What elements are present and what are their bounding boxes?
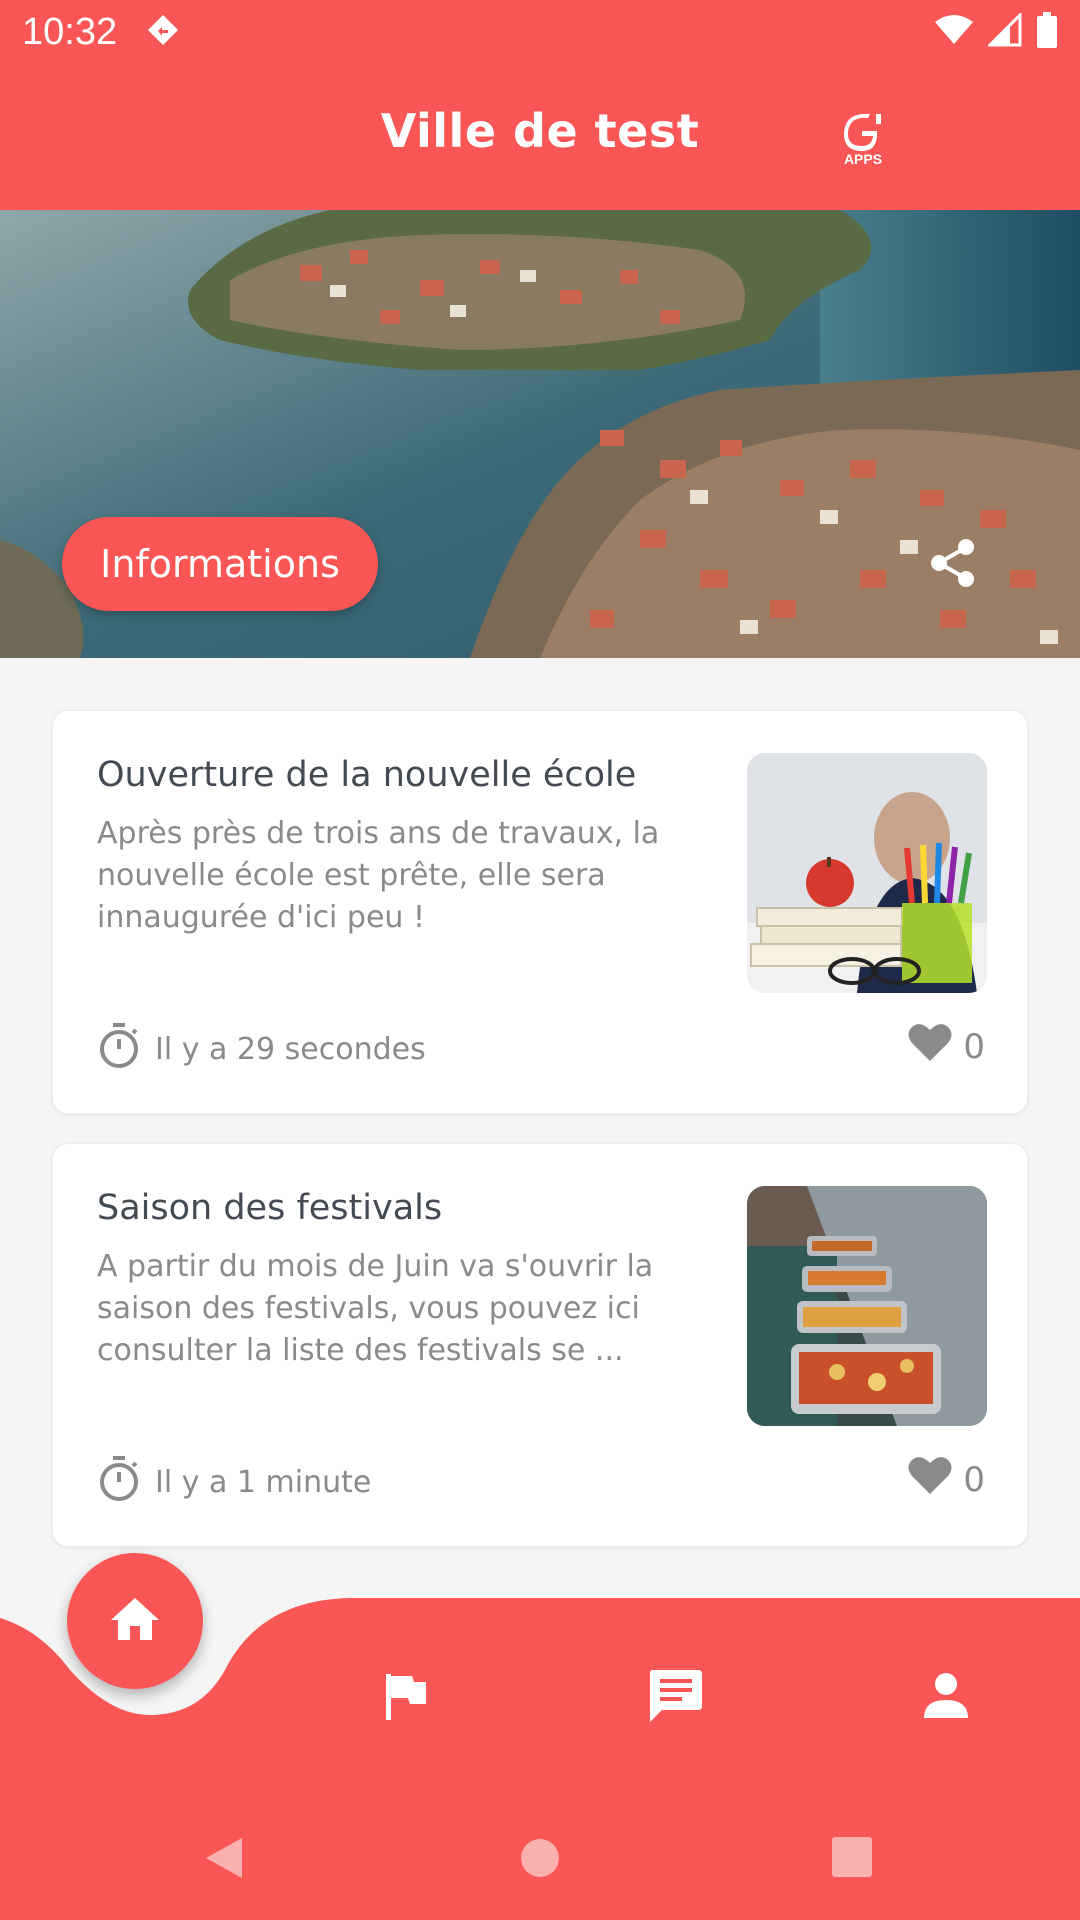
notification-app-icon [145,12,181,52]
recents-button[interactable] [831,1836,873,1882]
article-thumbnail [747,1186,987,1426]
article-timestamp: Il y a 1 minute [97,1454,371,1510]
status-time: 10:32 [22,10,118,53]
battery-icon [1036,12,1058,52]
signal-icon [986,11,1022,51]
article-time-text: Il y a 1 minute [155,1464,372,1500]
nav-flag-button[interactable] [378,1668,434,1724]
article-description: Après près de trois ans de travaux, la n… [97,816,660,935]
back-button[interactable] [204,1836,244,1884]
chat-icon [646,1670,704,1728]
article-title: Saison des festivals [97,1188,443,1228]
like-count: 0 [963,1459,985,1500]
app-bar: Ville de test APPS [0,64,1080,210]
like-button[interactable]: 0 [907,1454,985,1505]
timer-icon [97,1454,141,1510]
article-timestamp: Il y a 29 secondes [97,1021,426,1077]
system-navigation-bar [0,1810,1080,1920]
home-system-button[interactable] [518,1836,562,1884]
article-time-text: Il y a 29 secondes [155,1031,426,1067]
home-icon [109,1596,161,1646]
heart-icon [907,1021,953,1072]
heart-icon [907,1454,953,1505]
wifi-icon [934,14,974,50]
status-bar: 10:32 [0,0,1080,64]
person-icon [918,1673,974,1728]
flag-icon [378,1674,434,1728]
article-thumbnail [747,753,987,993]
article-description: A partir du mois de Juin va s'ouvrir la … [97,1249,654,1368]
article-title: Ouverture de la nouvelle école [97,755,637,795]
g-apps-logo[interactable]: APPS [836,112,890,167]
logo-text: APPS [844,151,882,166]
informations-button[interactable]: Informations [62,517,378,611]
article-card[interactable]: Ouverture de la nouvelle école Après prè… [52,710,1028,1114]
like-count: 0 [963,1026,985,1067]
nav-profile-button[interactable] [918,1668,974,1724]
like-button[interactable]: 0 [907,1021,985,1072]
share-icon[interactable] [925,535,981,591]
page-title: Ville de test [380,104,700,158]
nav-home-button[interactable] [67,1553,203,1689]
nav-chat-button[interactable] [646,1666,702,1722]
article-card[interactable]: Saison des festivals A partir du mois de… [52,1143,1028,1547]
timer-icon [97,1021,141,1077]
